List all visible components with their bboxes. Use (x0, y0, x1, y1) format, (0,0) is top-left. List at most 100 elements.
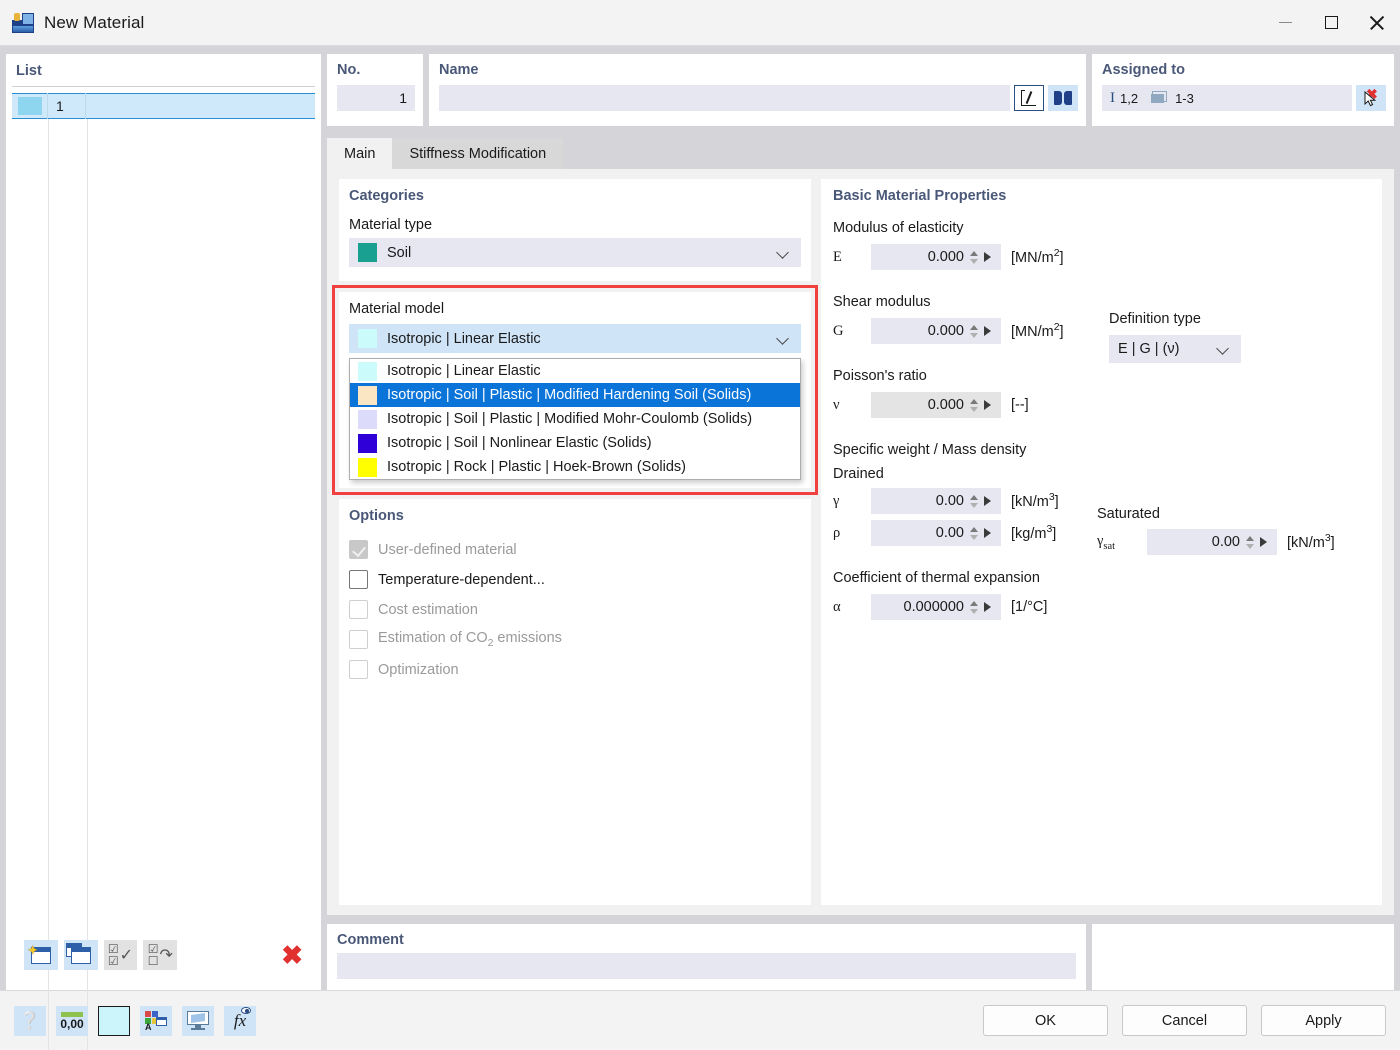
expand-arrow-icon[interactable] (984, 602, 991, 612)
expand-arrow-icon[interactable] (984, 252, 991, 262)
gamma-sat-symbol: γsat (1097, 532, 1116, 552)
E-input[interactable]: 0.000 (871, 244, 1001, 270)
minimize-button[interactable] (1262, 0, 1308, 46)
option-label: Isotropic | Soil | Nonlinear Elastic (So… (387, 435, 652, 451)
list-item[interactable]: 1 (12, 93, 315, 119)
material-library-button[interactable] (1048, 85, 1078, 111)
window-title: New Material (44, 12, 145, 32)
expand-arrow-icon[interactable] (984, 496, 991, 506)
view-button[interactable] (182, 1005, 214, 1036)
dropdown-option-modified-hardening-soil[interactable]: Isotropic | Soil | Plastic | Modified Ha… (350, 383, 800, 407)
gamma-symbol: γ (833, 492, 840, 509)
tab-main[interactable]: Main (327, 138, 393, 169)
tab-stiffness-modification[interactable]: Stiffness Modification (392, 138, 564, 169)
header-row: No. 1 Name Assigned to I 1,2 1-3 ✖ (327, 54, 1394, 126)
formula-button[interactable]: fx (224, 1005, 256, 1036)
rho-input[interactable]: 0.00 (871, 520, 1001, 546)
checkbox[interactable] (349, 630, 368, 649)
list-swatch-cell (12, 93, 48, 119)
dropdown-option-nonlinear-elastic[interactable]: Isotropic | Soil | Nonlinear Elastic (So… (350, 431, 800, 455)
close-button[interactable] (1354, 0, 1400, 46)
name-input[interactable] (439, 85, 1010, 111)
material-type-combobox[interactable]: Soil (349, 238, 801, 267)
material-model-combobox[interactable]: Isotropic | Linear Elastic (349, 324, 801, 353)
list-table: 1 (12, 93, 315, 1050)
option-color-swatch (358, 361, 377, 381)
properties-content: Basic Material Properties Modulus of ela… (821, 179, 1382, 905)
poissons-ratio-label: Poisson's ratio (833, 368, 927, 384)
rho-value: 0.00 (935, 525, 964, 541)
spinner-icon[interactable] (970, 398, 978, 412)
cancel-button[interactable]: Cancel (1122, 1005, 1247, 1036)
material-color-swatch (17, 97, 42, 115)
expand-arrow-icon[interactable] (1260, 537, 1267, 547)
no-field[interactable]: 1 (337, 85, 415, 111)
book-library-icon (1054, 91, 1072, 105)
G-symbol: G (833, 322, 844, 339)
units-button[interactable]: 0,00 (56, 1005, 88, 1036)
material-type-value: Soil (387, 244, 412, 261)
help-question-icon: ❔ (19, 1010, 41, 1030)
assigned-members: 1,2 (1120, 90, 1139, 106)
footer-bar: ❔ 0,00 A fx OK Cancel Apply (0, 990, 1400, 1050)
spinner-icon[interactable] (970, 250, 978, 264)
monitor-surface-icon (187, 1011, 209, 1030)
invert-selection-button[interactable]: ☑ ☐ ↷ (143, 940, 178, 970)
help-button[interactable]: ❔ (14, 1005, 46, 1036)
ok-button[interactable]: OK (983, 1005, 1108, 1036)
option-optimization[interactable]: Optimization (349, 660, 811, 679)
copy-window-icon (65, 942, 91, 964)
new-item-button[interactable]: ✦ (24, 940, 58, 970)
expand-arrow-icon[interactable] (984, 528, 991, 538)
option-co2-emissions[interactable]: Estimation of CO2 emissions (349, 630, 811, 649)
thermal-expansion-label: Coefficient of thermal expansion (833, 570, 1040, 586)
checkbox[interactable] (349, 540, 368, 559)
duplicate-item-button[interactable] (63, 940, 98, 970)
dropdown-option-modified-mohr-coulomb[interactable]: Isotropic | Soil | Plastic | Modified Mo… (350, 407, 800, 431)
material-window-icon (12, 12, 34, 33)
name-field-row (439, 85, 1078, 111)
gamma-sat-input[interactable]: 0.00 (1147, 529, 1277, 555)
apply-button[interactable]: Apply (1261, 1005, 1386, 1036)
display-properties-button[interactable]: A (140, 1005, 172, 1036)
checkbox[interactable] (349, 660, 368, 679)
edit-name-button[interactable] (1014, 85, 1044, 111)
options-title: Options (349, 508, 404, 524)
material-model-wrapper: Material model Isotropic | Linear Elasti… (332, 285, 818, 495)
select-all-button[interactable]: ☑ ☑ ✓ (103, 940, 138, 970)
expand-arrow-icon[interactable] (984, 326, 991, 336)
gamma-input[interactable]: 0.00 (871, 488, 1001, 514)
assigned-to-field[interactable]: I 1,2 1-3 (1102, 85, 1352, 111)
option-cost-estimation[interactable]: Cost estimation (349, 600, 811, 619)
checkbox[interactable] (349, 600, 368, 619)
option-label: Cost estimation (378, 601, 478, 618)
categories-group: Categories Material type Soil (339, 179, 811, 281)
specific-weight-label: Specific weight / Mass density (833, 442, 1027, 458)
maximize-button[interactable] (1308, 0, 1354, 46)
spinner-icon[interactable] (1246, 535, 1254, 549)
option-temperature-dependent[interactable]: Temperature-dependent... (349, 570, 811, 589)
spinner-icon[interactable] (970, 526, 978, 540)
material-type-label: Material type (349, 217, 433, 233)
definition-type-combobox[interactable]: E | G | (ν) (1109, 335, 1241, 363)
dropdown-option-linear-elastic[interactable]: Isotropic | Linear Elastic (350, 359, 800, 383)
delete-item-button[interactable]: ✖ (275, 940, 309, 970)
checkbox[interactable] (349, 570, 368, 589)
nu-input[interactable]: 0.000 (871, 392, 1001, 418)
spinner-icon[interactable] (970, 324, 978, 338)
spinner-icon[interactable] (970, 600, 978, 614)
G-input[interactable]: 0.000 (871, 318, 1001, 344)
pick-objects-button[interactable]: ✖ (1356, 85, 1386, 111)
comment-input[interactable] (337, 953, 1076, 979)
dropdown-option-hoek-brown[interactable]: Isotropic | Rock | Plastic | Hoek-Brown … (350, 455, 800, 479)
gamma-sat-unit: [kN/m3] (1287, 533, 1335, 551)
definition-type-label: Definition type (1109, 311, 1201, 327)
spinner-icon[interactable] (970, 494, 978, 508)
expand-arrow-icon[interactable] (984, 400, 991, 410)
solid-icon (1151, 90, 1168, 103)
alpha-input[interactable]: 0.000000 (871, 594, 1001, 620)
option-user-defined-material[interactable]: User-defined material (349, 540, 811, 559)
option-label: User-defined material (378, 541, 517, 558)
E-symbol: E (833, 248, 842, 265)
color-swatch-button[interactable] (98, 1005, 130, 1036)
